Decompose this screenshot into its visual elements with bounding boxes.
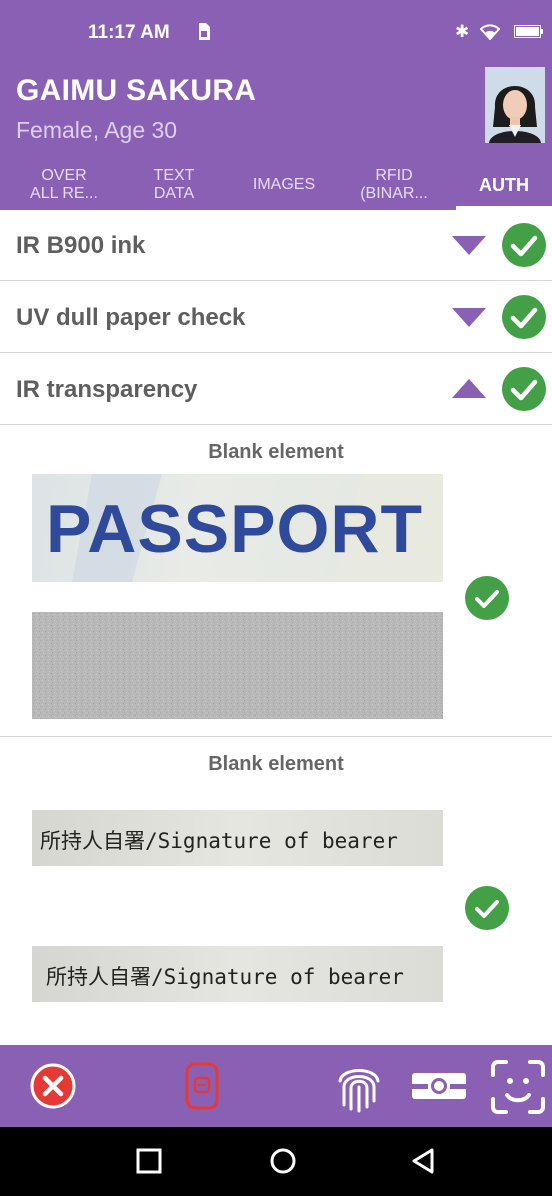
bottom-toolbar: [0, 1045, 552, 1127]
wifi-icon: [480, 24, 500, 40]
holder-subtitle: Female, Age 30: [16, 117, 178, 143]
check-row-ir-transparency[interactable]: IR transparency: [0, 354, 552, 425]
tab-label: TEXT: [153, 167, 195, 184]
tab-auth[interactable]: AUTH: [456, 160, 552, 210]
back-icon[interactable]: [410, 1146, 436, 1176]
sim-card-icon: [199, 23, 210, 40]
holder-photo: [485, 67, 545, 143]
tab-label: DATA: [153, 185, 195, 202]
check-success-icon: [502, 223, 546, 267]
tab-rfid-binary[interactable]: RFID (BINAR...: [344, 160, 444, 210]
check-success-icon: [502, 295, 546, 339]
check-row-uv-dull-paper[interactable]: UV dull paper check: [0, 282, 552, 353]
check-label: UV dull paper check: [16, 304, 246, 331]
face-scan-icon[interactable]: [490, 1059, 546, 1115]
element-success-icon: [465, 886, 509, 930]
status-time: 11:17 AM: [88, 22, 170, 43]
check-label: IR transparency: [16, 376, 198, 403]
tab-label: (BINAR...: [360, 185, 428, 202]
tab-label: ALL RE...: [30, 185, 98, 202]
home-icon[interactable]: [268, 1146, 298, 1176]
tab-label: OVER: [41, 167, 87, 184]
close-circle-icon[interactable]: [30, 1063, 76, 1109]
tab-text-data[interactable]: TEXT DATA: [128, 160, 220, 210]
element-title: Blank element: [208, 441, 344, 463]
tab-label: RFID: [375, 167, 413, 184]
element-success-icon: [465, 576, 509, 620]
signature-text: 所持人自署/Signature of bearer: [46, 965, 404, 989]
check-success-icon: [502, 367, 546, 411]
tab-overall-results[interactable]: OVER ALL RE...: [18, 160, 110, 210]
expand-down-icon[interactable]: [452, 306, 486, 328]
divider: [0, 736, 552, 737]
check-row-ir-b900-ink[interactable]: IR B900 ink: [0, 210, 552, 281]
tab-images[interactable]: IMAGES: [236, 160, 332, 210]
passport-ir-image[interactable]: PASSPORT: [32, 474, 443, 582]
document-scan-icon[interactable]: [410, 1067, 468, 1105]
system-nav-bar: [0, 1127, 552, 1196]
expand-down-icon[interactable]: [452, 234, 486, 256]
rfid-chip-icon[interactable]: [184, 1061, 220, 1111]
signature-text: 所持人自署/Signature of bearer: [40, 829, 398, 853]
tab-bar: OVER ALL RE... TEXT DATA IMAGES RFID (BI…: [0, 160, 552, 210]
status-bar: 11:17 AM ✱: [0, 0, 552, 60]
recent-apps-icon[interactable]: [136, 1146, 162, 1176]
battery-icon: [514, 25, 543, 38]
passport-text: PASSPORT: [46, 491, 424, 567]
signature-image-top[interactable]: 所持人自署/Signature of bearer: [32, 810, 443, 866]
fingerprint-icon[interactable]: [334, 1059, 384, 1113]
element-title: Blank element: [208, 753, 344, 775]
bluetooth-icon: ✱: [455, 22, 470, 41]
holder-name: GAIMU SAKURA: [16, 74, 257, 107]
ir-transparency-image[interactable]: [32, 612, 443, 719]
signature-image-bottom[interactable]: 所持人自署/Signature of bearer: [32, 946, 443, 1002]
collapse-up-icon[interactable]: [452, 378, 486, 400]
check-label: IR B900 ink: [16, 232, 146, 259]
tab-label: IMAGES: [252, 176, 316, 193]
app-header: 11:17 AM ✱ GAIMU SAKURA Female, Age 30 O…: [0, 0, 552, 210]
tab-label: AUTH: [479, 175, 529, 195]
